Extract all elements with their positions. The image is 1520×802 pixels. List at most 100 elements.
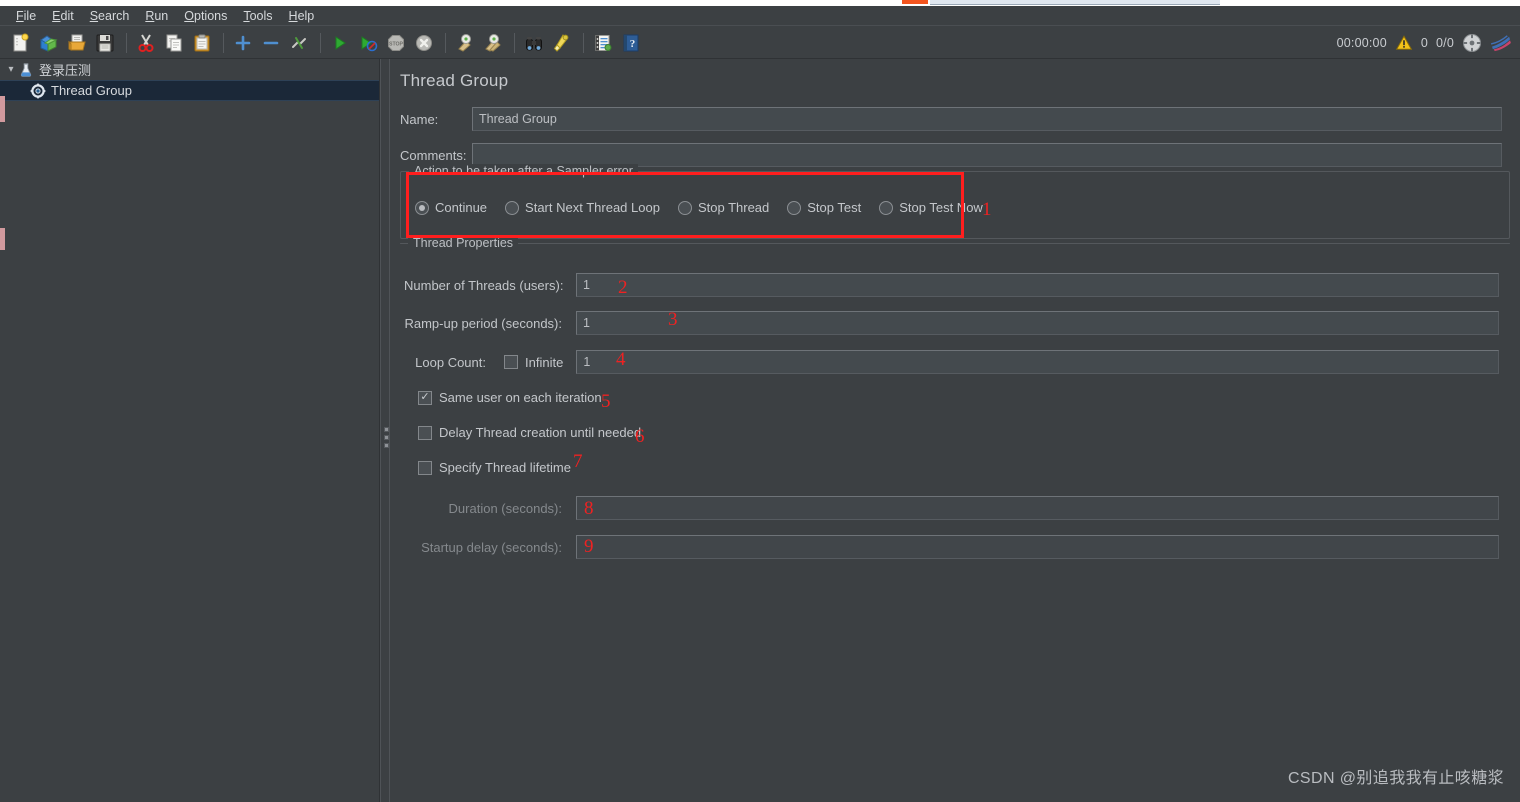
save-icon[interactable] bbox=[92, 30, 118, 56]
startup-delay-label: Startup delay (seconds): bbox=[421, 539, 562, 555]
menu-options[interactable]: Options bbox=[176, 7, 235, 25]
cut-icon[interactable] bbox=[133, 30, 159, 56]
ramp-up-row: Ramp-up period (seconds): bbox=[404, 311, 1504, 335]
toolbar-separator bbox=[583, 32, 584, 53]
collapse-icon[interactable] bbox=[258, 30, 284, 56]
thread-indicator-icon[interactable] bbox=[1462, 33, 1482, 53]
duration-row: Duration (seconds): bbox=[404, 496, 1504, 520]
jmeter-logo-icon bbox=[1490, 34, 1512, 52]
delay-thread-row: Delay Thread creation until needed bbox=[418, 425, 641, 440]
num-threads-input[interactable] bbox=[576, 273, 1499, 297]
background-window-accent bbox=[902, 0, 928, 4]
same-user-row: ✓ Same user on each iteration bbox=[418, 390, 602, 405]
loop-count-label: Loop Count: bbox=[415, 354, 486, 370]
radio-stop-test[interactable]: Stop Test bbox=[787, 200, 861, 215]
menu-help[interactable]: Help bbox=[281, 7, 323, 25]
copy-icon[interactable] bbox=[161, 30, 187, 56]
warning-triangle-icon[interactable] bbox=[1395, 34, 1413, 52]
expand-icon[interactable] bbox=[230, 30, 256, 56]
edge-marker bbox=[0, 228, 5, 250]
shutdown-icon[interactable] bbox=[411, 30, 437, 56]
reset-search-icon[interactable] bbox=[549, 30, 575, 56]
function-helper-icon[interactable] bbox=[590, 30, 616, 56]
sampler-error-radio-group: Continue Start Next Thread Loop Stop Thr… bbox=[415, 200, 1001, 215]
paste-icon[interactable] bbox=[189, 30, 215, 56]
checkbox-indicator[interactable] bbox=[504, 355, 518, 369]
tree-node-test-plan[interactable]: ▾ 登录压测 bbox=[0, 59, 379, 80]
page-title: Thread Group bbox=[400, 71, 509, 90]
start-icon[interactable] bbox=[327, 30, 353, 56]
toolbar-separator bbox=[223, 32, 224, 53]
ramp-up-label: Ramp-up period (seconds): bbox=[404, 315, 562, 331]
radio-continue[interactable]: Continue bbox=[415, 200, 487, 215]
svg-text:?: ? bbox=[630, 38, 636, 50]
toolbar-separator bbox=[514, 32, 515, 53]
tree-node-thread-group[interactable]: Thread Group bbox=[0, 80, 379, 101]
thread-group-config-panel: Thread Group Name: Comments: Action to b… bbox=[390, 59, 1520, 802]
sampler-error-group-title: Action to be taken after a Sampler error bbox=[409, 164, 638, 178]
radio-label: Stop Test bbox=[807, 200, 862, 215]
sampler-error-groupbox: Action to be taken after a Sampler error… bbox=[400, 164, 1510, 239]
tree-node-label: Thread Group bbox=[51, 83, 132, 98]
checkbox-label: Specify Thread lifetime bbox=[439, 460, 571, 475]
help-icon[interactable]: ? bbox=[618, 30, 644, 56]
toolbar: STOP ? 00:00:00 0 0/0 bbox=[0, 27, 1520, 59]
chevron-down-icon[interactable]: ▾ bbox=[4, 63, 18, 77]
loop-count-input[interactable] bbox=[576, 350, 1500, 374]
tree-node-label: 登录压测 bbox=[39, 63, 92, 78]
radio-button-indicator[interactable] bbox=[415, 200, 429, 215]
menu-file[interactable]: File bbox=[8, 7, 44, 25]
checkbox-label: Infinite bbox=[525, 354, 564, 370]
test-plan-icon bbox=[18, 62, 34, 78]
toolbar-status-area: 00:00:00 0 0/0 bbox=[1337, 33, 1512, 53]
panel-splitter[interactable] bbox=[380, 59, 390, 802]
menu-tools[interactable]: Tools bbox=[235, 7, 280, 25]
radio-button-indicator[interactable] bbox=[787, 200, 802, 215]
name-input[interactable] bbox=[472, 107, 1502, 131]
stop-icon[interactable]: STOP bbox=[383, 30, 409, 56]
checkbox-same-user-each-iteration[interactable]: ✓ Same user on each iteration bbox=[418, 390, 602, 405]
new-icon[interactable] bbox=[8, 30, 34, 56]
radio-label: Start Next Thread Loop bbox=[525, 200, 660, 215]
comments-label: Comments: bbox=[400, 147, 467, 163]
clear-all-icon[interactable] bbox=[480, 30, 506, 56]
ramp-up-input[interactable] bbox=[576, 311, 1499, 335]
checkbox-indicator[interactable] bbox=[418, 460, 432, 475]
menu-bar: File Edit Search Run Options Tools Help bbox=[0, 6, 1520, 26]
edge-marker bbox=[0, 96, 5, 122]
search-binoculars-icon[interactable] bbox=[521, 30, 547, 56]
templates-icon[interactable] bbox=[36, 30, 62, 56]
elapsed-time: 00:00:00 bbox=[1336, 35, 1387, 50]
checkbox-infinite[interactable]: Infinite bbox=[504, 355, 563, 370]
radio-button-indicator[interactable] bbox=[677, 200, 692, 215]
startup-delay-input[interactable] bbox=[576, 535, 1499, 559]
open-icon[interactable] bbox=[64, 30, 90, 56]
checkbox-indicator[interactable] bbox=[418, 425, 432, 440]
clear-icon[interactable] bbox=[452, 30, 478, 56]
radio-start-next-thread-loop[interactable]: Start Next Thread Loop bbox=[505, 200, 660, 215]
loop-count-row: Loop Count: Infinite bbox=[404, 350, 1504, 374]
menu-search[interactable]: Search bbox=[82, 7, 138, 25]
radio-label: Stop Thread bbox=[697, 200, 770, 215]
radio-label: Continue bbox=[435, 200, 488, 215]
test-plan-tree[interactable]: ▾ 登录压测 Thread Group bbox=[0, 59, 380, 802]
checkbox-specify-thread-lifetime[interactable]: Specify Thread lifetime bbox=[418, 460, 571, 475]
menu-edit[interactable]: Edit bbox=[44, 7, 82, 25]
start-no-pauses-icon[interactable] bbox=[355, 30, 381, 56]
checkbox-label: Delay Thread creation until needed bbox=[439, 425, 642, 440]
thread-properties-group-title: Thread Properties bbox=[408, 236, 519, 250]
checkbox-label: Same user on each iteration bbox=[439, 390, 602, 405]
name-label: Name: bbox=[400, 111, 439, 127]
radio-button-indicator[interactable] bbox=[505, 200, 520, 215]
checkbox-delay-thread-creation[interactable]: Delay Thread creation until needed bbox=[418, 425, 641, 440]
checkbox-indicator[interactable]: ✓ bbox=[418, 390, 432, 405]
toggle-icon[interactable] bbox=[286, 30, 312, 56]
splitter-grip[interactable] bbox=[384, 427, 389, 451]
radio-button-indicator[interactable] bbox=[879, 200, 894, 215]
duration-input[interactable] bbox=[576, 496, 1499, 520]
radio-stop-thread[interactable]: Stop Thread bbox=[677, 200, 770, 215]
menu-run[interactable]: Run bbox=[137, 7, 176, 25]
toolbar-separator bbox=[445, 32, 446, 53]
radio-stop-test-now[interactable]: Stop Test Now bbox=[879, 200, 983, 215]
